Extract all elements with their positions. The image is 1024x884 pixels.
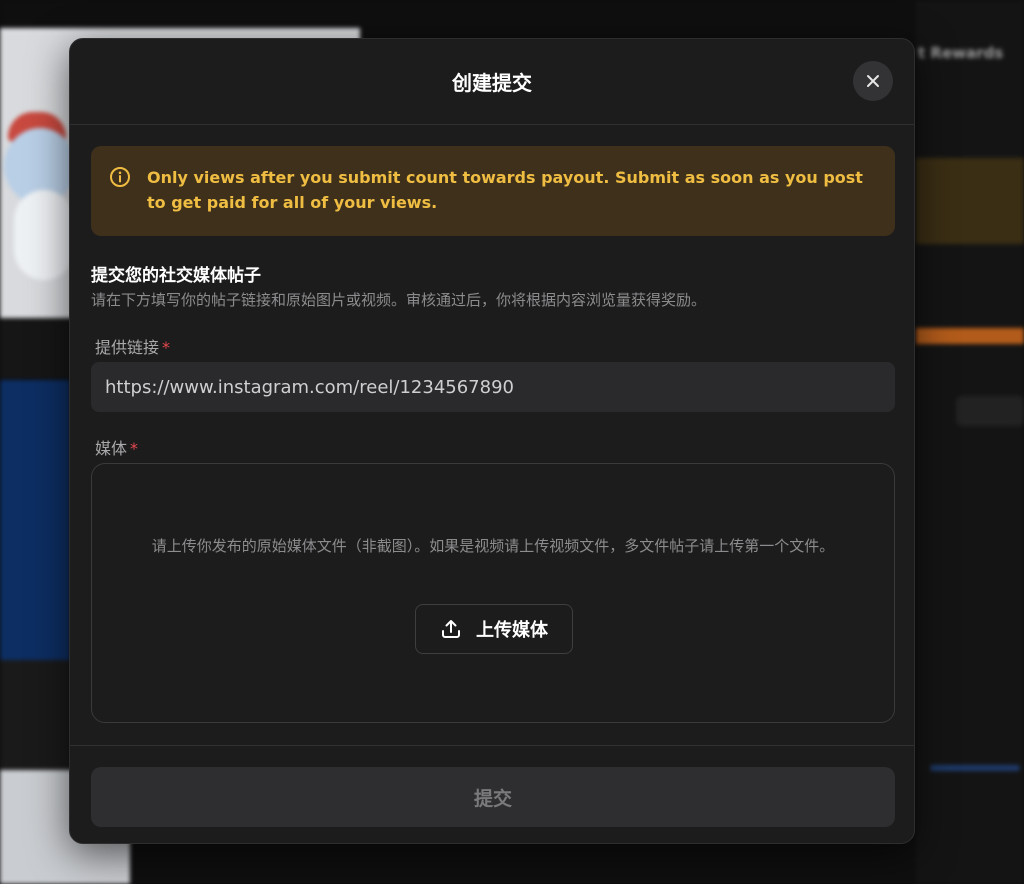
link-field-label: 提供链接 * (95, 334, 170, 358)
section-title: 提交您的社交媒体帖子 (91, 266, 261, 286)
payout-notice: Only views after you submit count toward… (91, 146, 895, 236)
background-link (930, 765, 1020, 771)
section-description: 请在下方填写你的帖子链接和原始图片或视频。审核通过后，你将根据内容浏览量获得奖励… (91, 291, 707, 309)
dropzone-hint: 请上传你发布的原始媒体文件（非截图）。如果是视频请上传视频文件，多文件帖子请上传… (151, 537, 835, 555)
link-label-text: 提供链接 (95, 338, 160, 357)
modal-header: 创建提交 (70, 39, 914, 125)
upload-button-label: 上传媒体 (476, 620, 548, 641)
required-mark: * (130, 439, 139, 458)
required-mark: * (162, 338, 171, 357)
upload-icon (442, 620, 460, 638)
notice-text: Only views after you submit count toward… (147, 168, 863, 212)
background-right-title: t Rewards (918, 44, 1004, 62)
modal-footer: 提交 (70, 745, 914, 843)
background-blue-panel (0, 380, 70, 660)
background-progress-bar (916, 328, 1024, 344)
background-mascot-body (14, 190, 74, 280)
close-icon (867, 75, 879, 87)
background-bottom-panel (0, 660, 70, 770)
background-strip (0, 318, 70, 378)
close-button[interactable] (853, 61, 893, 101)
link-input[interactable] (91, 362, 895, 412)
info-icon (110, 167, 130, 187)
media-dropzone[interactable]: 请上传你发布的原始媒体文件（非截图）。如果是视频请上传视频文件，多文件帖子请上传… (91, 463, 895, 723)
media-field-label: 媒体 * (95, 435, 138, 459)
background-input (956, 396, 1024, 426)
background-right-banner (916, 158, 1024, 244)
create-submission-modal: 创建提交 Only views after you submit count t… (69, 38, 915, 844)
modal-title: 创建提交 (452, 71, 532, 95)
media-label-text: 媒体 (95, 439, 128, 458)
submit-button[interactable]: 提交 (91, 767, 895, 827)
upload-media-button[interactable]: 上传媒体 (415, 604, 573, 654)
background-right-panel (916, 0, 1024, 884)
